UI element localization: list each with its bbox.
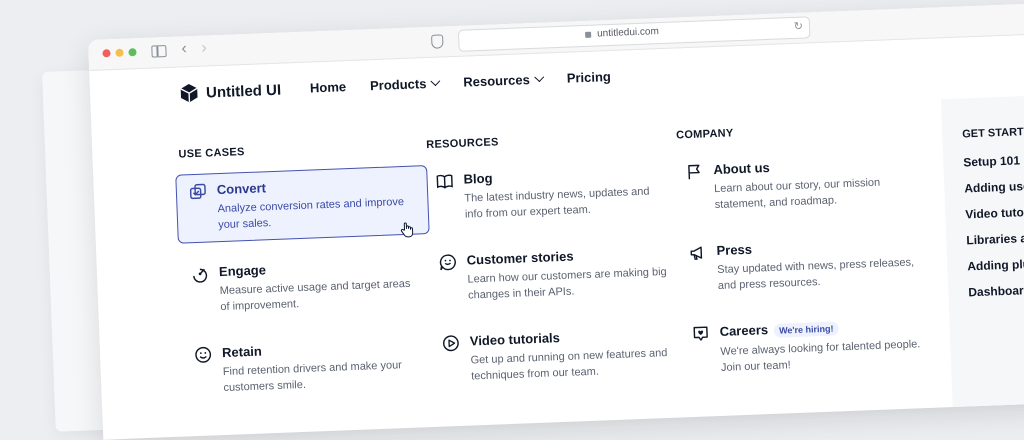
menu-item-careers[interactable]: Careers We're hiring! We're always lookin… [679,308,931,386]
book-icon [436,174,453,189]
megaphone-icon [690,246,703,260]
nav-home[interactable]: Home [310,79,347,95]
column-title: RESOURCES [426,136,499,152]
nav-resources[interactable]: Resources [463,72,545,90]
chevron-down-icon [534,72,545,83]
column-title: COMPANY [675,127,734,142]
get-started-item[interactable]: Video tutor [965,205,1024,221]
nav-label: Resources [463,72,531,90]
item-desc: Stay updated with news, press releases, … [717,256,915,292]
nav-label: Home [309,79,347,96]
item-desc: We're always looking for talented people… [720,338,921,374]
company-column: COMPANY About us Learn about our story, … [672,120,932,385]
menu-item-blog[interactable]: Blog The latest industry news, updates a… [423,156,675,233]
nav-pricing[interactable]: Pricing [566,69,611,86]
lock-icon [585,31,592,38]
menu-item-press[interactable]: Press Stay updated with news, press rele… [676,227,928,304]
cube-logo-icon [180,83,198,103]
logo-text: Untitled UI [205,81,282,101]
url-text: untitledui.com [596,26,660,40]
column-title: USE CASES [178,146,245,161]
get-started-panel: GET STARTE Setup 101 Adding use Video tu… [940,91,1024,420]
chevron-down-icon [430,76,441,87]
play-icon [442,335,459,352]
item-desc: Learn how our customers are making big c… [467,265,667,302]
nav-label: Products [369,76,427,94]
forward-arrow-icon[interactable]: › [201,39,207,57]
menu-item-video-tutorials[interactable]: Video tutorials Get up and running on ne… [429,318,681,395]
item-desc: The latest industry news, updates and in… [464,185,650,221]
item-desc: Analyze conversion rates and improve you… [217,195,405,232]
back-arrow-icon[interactable]: ‹ [181,40,187,58]
get-started-item[interactable]: Adding use [964,179,1024,195]
menu-item-about-us[interactable]: About us Learn about our story, our miss… [673,146,925,223]
chat-smile-icon [439,254,456,271]
item-desc: Learn about our story, our mission state… [713,176,881,212]
main-nav: Home Products Resources Pricing [310,69,611,96]
nav-products[interactable]: Products [369,76,441,94]
smile-icon [195,346,212,363]
menu-item-convert[interactable]: Convert Analyze conversion rates and imp… [175,165,430,244]
logo[interactable]: Untitled UI [178,79,282,105]
menu-item-customer-stories[interactable]: Customer stories Learn how our customers… [426,237,678,314]
resources-column: RESOURCES Blog The latest industry news,… [422,130,682,394]
item-title-text: Careers [719,322,769,339]
use-cases-column: USE CASES Convert Analyze conversion rat… [174,139,436,405]
get-started-item[interactable]: Adding plu [967,257,1024,273]
maximize-window-button[interactable] [128,48,137,57]
sidebar-toggle-icon[interactable] [151,44,167,58]
heart-square-icon [693,326,708,341]
get-started-item[interactable]: Libraries a [966,231,1024,247]
item-desc: Get up and running on new features and t… [470,346,668,383]
close-window-button[interactable] [102,49,111,58]
flag-icon [688,164,700,180]
mega-menu: USE CASES Convert Analyze conversion rat… [92,91,1024,440]
hand-cursor-icon [400,222,414,238]
convert-icon [189,183,206,200]
browser-window: ‹ › untitledui.com ↻ Untitled UI Home Pr… [88,1,1024,440]
item-desc: Measure active usage and target areas of… [219,277,411,314]
panel-title: GET STARTE [962,125,1024,141]
get-started-item[interactable]: Setup 101 [963,153,1020,169]
shield-icon[interactable] [431,34,444,49]
hiring-badge: We're hiring! [773,321,839,338]
item-desc: Find retention drivers and make your cus… [222,359,403,395]
nav-label: Pricing [566,68,612,86]
get-started-item[interactable]: Dashboar [968,283,1024,299]
menu-item-retain[interactable]: Retain Find retention drivers and make y… [182,329,434,406]
reload-icon[interactable]: ↻ [794,20,804,33]
menu-item-engage[interactable]: Engage Measure active usage and target a… [178,248,430,325]
minimize-window-button[interactable] [115,48,124,57]
engage-icon [193,268,208,283]
